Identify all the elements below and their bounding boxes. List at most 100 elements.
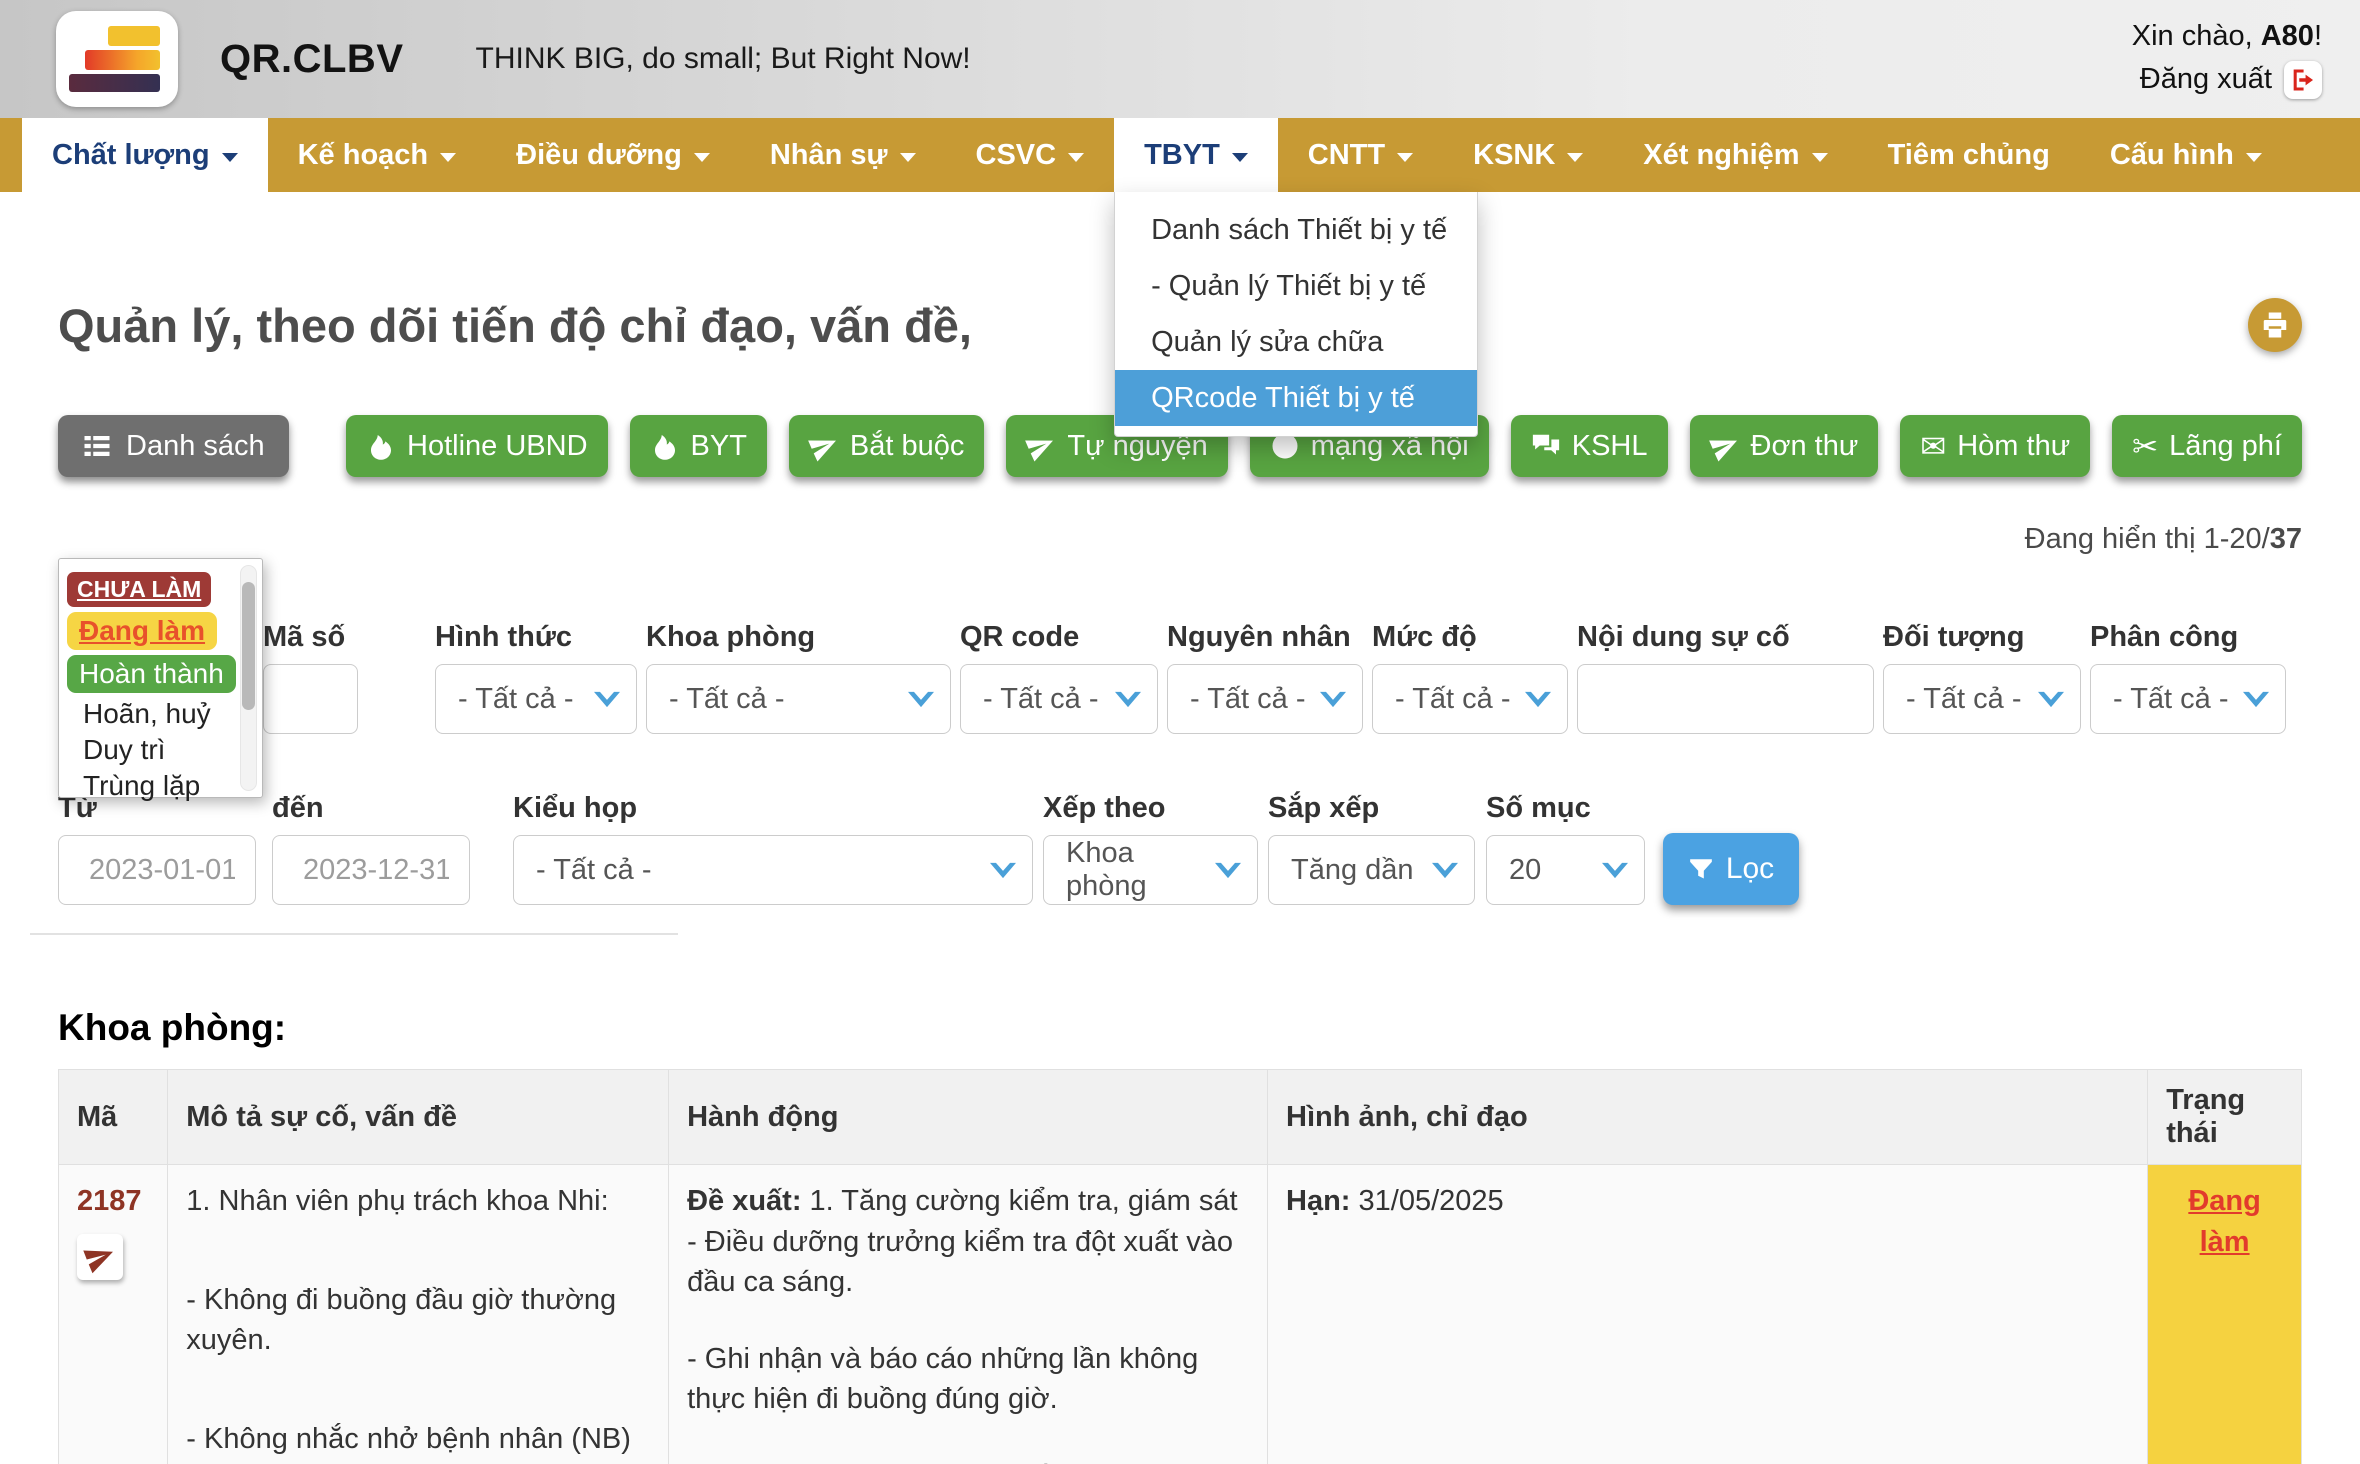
- status-option-hoan-thanh[interactable]: Hoàn thành: [67, 655, 236, 693]
- tbyt-dropdown-menu: Danh sách Thiết bị y tế - Quản lý Thiết …: [1114, 192, 1478, 437]
- chevron-down-icon: [594, 691, 620, 708]
- table-row: 2187 1. Nhân viên phụ trách khoa Nhi: - …: [59, 1165, 2302, 1464]
- field-label: Số mục: [1486, 792, 1645, 825]
- row-id-cell: 2187: [59, 1165, 168, 1464]
- app-root: QR.CLBV THINK BIG, do small; But Right N…: [0, 0, 2360, 1464]
- don-thu-button[interactable]: Đơn thư: [1690, 415, 1879, 477]
- kshl-button[interactable]: KSHL: [1511, 415, 1668, 477]
- issues-table: Mã Mô tả sự cố, vấn đề Hành động Hình ản…: [58, 1069, 2302, 1464]
- chevron-down-icon: [1432, 862, 1458, 879]
- deadline-value: 31/05/2025: [1359, 1185, 1504, 1217]
- so-muc-select[interactable]: 20: [1486, 835, 1645, 905]
- status-filter-listbox: CHƯA LÀM Đang làm Hoàn thành Hoãn, huỷ D…: [58, 558, 263, 798]
- kieu-hop-select[interactable]: - Tất cả -: [513, 835, 1033, 905]
- status-badge[interactable]: Đang làm: [2188, 1185, 2261, 1258]
- status-option-duy-tri[interactable]: Duy trì: [67, 732, 165, 768]
- header-motto: THINK BIG, do small; But Right Now!: [476, 42, 971, 76]
- byt-button[interactable]: BYT: [630, 415, 767, 477]
- field-label: Đối tượng: [1883, 621, 2081, 654]
- lang-phi-button[interactable]: ✂ Lãng phí: [2112, 415, 2302, 477]
- status-option-dang-lam[interactable]: Đang làm: [67, 612, 217, 650]
- muc-do-select[interactable]: - Tất cả -: [1372, 664, 1568, 734]
- nav-item-ksnk[interactable]: KSNK: [1443, 118, 1613, 192]
- chevron-down-icon: [1320, 691, 1346, 708]
- chevron-down-icon: [2243, 691, 2269, 708]
- noi-dung-su-co-input[interactable]: [1577, 664, 1874, 734]
- section-heading: Khoa phòng:: [58, 1007, 2302, 1049]
- field-label: Sắp xếp: [1268, 792, 1475, 825]
- nav-item-chat-luong[interactable]: Chất lượng: [22, 118, 268, 192]
- field-label: đến: [272, 792, 470, 825]
- flame-icon: [366, 431, 396, 461]
- main-nav: Chất lượng Kế hoạch Điều dưỡng Nhân sự C…: [0, 118, 2360, 192]
- chevron-down-icon: [440, 153, 456, 162]
- nav-item-tbyt[interactable]: TBYT Danh sách Thiết bị y tế - Quản lý T…: [1114, 118, 1278, 192]
- logout-link[interactable]: Đăng xuất: [2132, 61, 2322, 99]
- hom-thu-button[interactable]: ✉ Hòm thư: [1900, 415, 2090, 477]
- filter-icon: [1688, 856, 1714, 882]
- nav-item-nhan-su[interactable]: Nhân sự: [740, 118, 946, 192]
- den-date-input[interactable]: [272, 835, 470, 905]
- phan-cong-select[interactable]: - Tất cả -: [2090, 664, 2286, 734]
- danh-sach-button[interactable]: Danh sách: [58, 415, 289, 477]
- paper-plane-icon[interactable]: [77, 1234, 123, 1280]
- menu-item-quan-ly-sua-chua[interactable]: Quản lý sửa chữa: [1115, 314, 1477, 370]
- nav-item-tiem-chung[interactable]: Tiêm chủng: [1858, 118, 2080, 192]
- paper-plane-icon: [809, 431, 839, 461]
- nguyen-nhan-select[interactable]: - Tất cả -: [1167, 664, 1363, 734]
- chevron-down-icon: [1215, 862, 1241, 879]
- field-label: Mức độ: [1372, 621, 1568, 654]
- tu-date-input[interactable]: [58, 835, 256, 905]
- doi-tuong-select[interactable]: - Tất cả -: [1883, 664, 2081, 734]
- list-icon: [82, 431, 112, 461]
- ma-so-input[interactable]: [263, 664, 358, 734]
- status-option-trung-lap[interactable]: Trùng lặp: [67, 768, 200, 804]
- filter-section: CHƯA LÀM Đang làm Hoàn thành Hoãn, huỷ D…: [58, 558, 2302, 935]
- user-block: Xin chào, A80! Đăng xuất: [2132, 20, 2322, 99]
- nav-item-csvc[interactable]: CSVC: [946, 118, 1115, 192]
- username: A80: [2261, 20, 2314, 52]
- chevron-down-icon: [900, 153, 916, 162]
- menu-item-qrcode-tbyt[interactable]: QRcode Thiết bị y tế: [1115, 370, 1477, 426]
- paper-plane-icon: [1710, 431, 1740, 461]
- hotline-ubnd-button[interactable]: Hotline UBND: [346, 415, 608, 477]
- nav-item-dieu-duong[interactable]: Điều dưỡng: [486, 118, 740, 192]
- scrollbar-thumb[interactable]: [242, 582, 255, 710]
- field-label: Nguyên nhân: [1167, 621, 1363, 654]
- col-header-trang-thai: Trạng thái: [2148, 1070, 2302, 1165]
- field-label: Kiểu họp: [513, 792, 1033, 825]
- nav-item-cntt[interactable]: CNTT: [1278, 118, 1443, 192]
- paper-plane-icon: [1026, 431, 1056, 461]
- chevron-down-icon: [1602, 862, 1628, 879]
- menu-item-quan-ly-tbyt[interactable]: - Quản lý Thiết bị y tế: [1115, 258, 1477, 314]
- field-label: Phân công: [2090, 621, 2286, 654]
- nav-item-cau-hinh[interactable]: Cấu hình: [2080, 118, 2292, 192]
- flame-icon: [650, 431, 680, 461]
- header: QR.CLBV THINK BIG, do small; But Right N…: [0, 0, 2360, 118]
- chevron-down-icon: [1525, 691, 1551, 708]
- scrollbar[interactable]: [240, 565, 257, 791]
- loc-filter-button[interactable]: Lọc: [1663, 833, 1799, 905]
- xep-theo-select[interactable]: Khoa phòng: [1043, 835, 1258, 905]
- qr-code-select[interactable]: - Tất cả -: [960, 664, 1158, 734]
- row-id[interactable]: 2187: [77, 1181, 149, 1222]
- status-option-hoan-huy[interactable]: Hoãn, huỷ: [67, 696, 211, 732]
- print-button[interactable]: [2248, 298, 2302, 352]
- menu-item-danh-sach-tbyt[interactable]: Danh sách Thiết bị y tế: [1115, 202, 1477, 258]
- field-label: Nội dung sự cố: [1577, 621, 1874, 654]
- chevron-down-icon: [908, 691, 934, 708]
- chevron-down-icon: [1068, 153, 1084, 162]
- hinh-thuc-select[interactable]: - Tất cả -: [435, 664, 637, 734]
- printer-icon: [2260, 310, 2290, 340]
- bat-buoc-button[interactable]: Bắt buộc: [789, 415, 984, 477]
- sap-xep-select[interactable]: Tăng dần: [1268, 835, 1475, 905]
- khoa-phong-select[interactable]: - Tất cả -: [646, 664, 951, 734]
- chevron-down-icon: [1232, 153, 1248, 162]
- nav-item-ke-hoach[interactable]: Kế hoạch: [268, 118, 487, 192]
- logout-icon: [2284, 61, 2322, 99]
- greeting: Xin chào, A80!: [2132, 20, 2322, 53]
- main-content: Quản lý, theo dõi tiến độ chỉ đạo, vấn đ…: [0, 298, 2360, 1464]
- nav-item-xet-nghiem[interactable]: Xét nghiệm: [1613, 118, 1857, 192]
- chevron-down-icon: [1115, 691, 1141, 708]
- status-option-chua-lam[interactable]: CHƯA LÀM: [67, 572, 211, 607]
